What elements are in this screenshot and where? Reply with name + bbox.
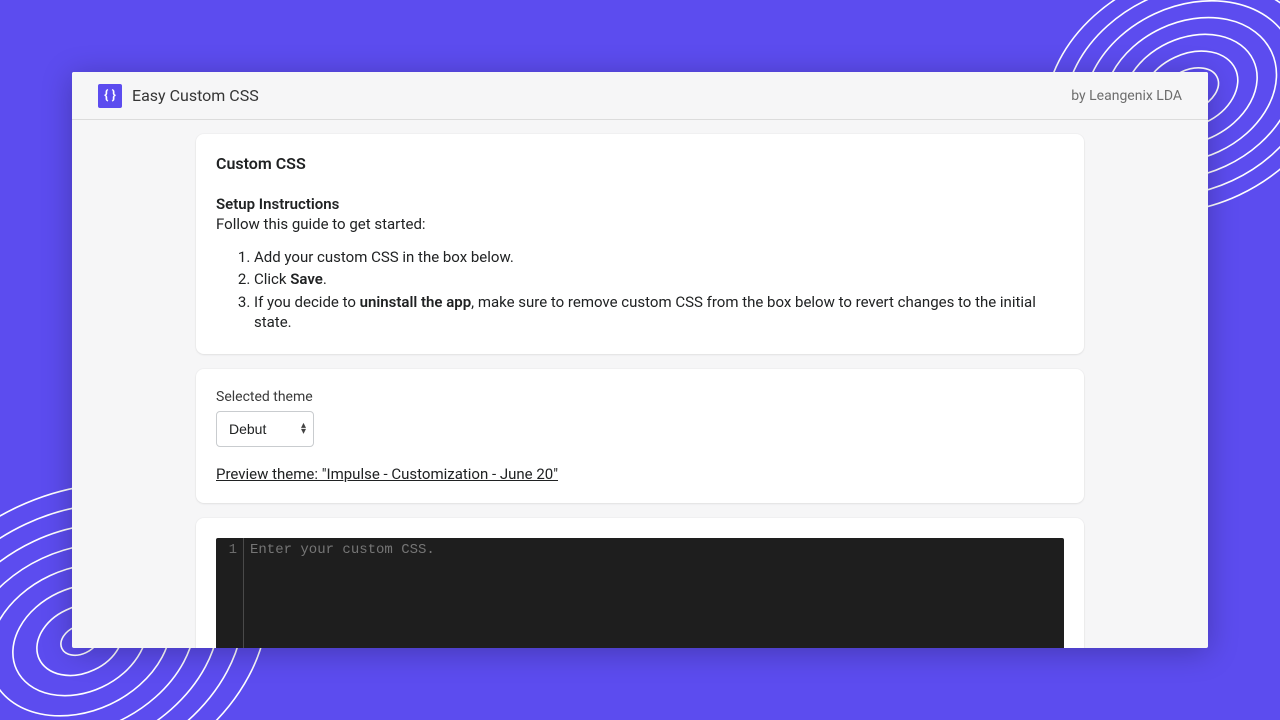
step-3-bold: uninstall the app (360, 293, 472, 311)
app-title: Easy Custom CSS (132, 86, 259, 105)
preview-theme-link[interactable]: Preview theme: "Impulse - Customization … (216, 465, 558, 483)
logo-glyph: { } (104, 88, 116, 103)
step-3-prefix: If you decide to (254, 293, 360, 311)
setup-heading: Setup Instructions (216, 195, 1064, 213)
app-header: { } Easy Custom CSS by Leangenix LDA (72, 72, 1208, 120)
setup-lead: Follow this guide to get started: (216, 215, 1064, 233)
line-number: 1 (216, 542, 237, 558)
step-2: Click Save. (254, 269, 1064, 289)
theme-label: Selected theme (216, 389, 1064, 405)
setup-steps: Add your custom CSS in the box below. Cl… (254, 247, 1064, 332)
app-window: { } Easy Custom CSS by Leangenix LDA Cus… (72, 72, 1208, 648)
header-left: { } Easy Custom CSS (98, 84, 259, 108)
app-byline: by Leangenix LDA (1071, 88, 1182, 104)
content-area: Custom CSS Setup Instructions Follow thi… (72, 120, 1208, 648)
theme-card: Selected theme Debut ▴▾ Preview theme: "… (196, 369, 1084, 503)
code-editor: 1 (216, 538, 1064, 648)
step-2-bold: Save (290, 270, 323, 288)
instructions-card: Custom CSS Setup Instructions Follow thi… (196, 134, 1084, 354)
card-title: Custom CSS (216, 154, 1064, 173)
step-2-suffix: . (323, 270, 327, 288)
theme-select-wrapper: Debut ▴▾ (216, 411, 314, 447)
css-textarea[interactable] (244, 538, 1064, 648)
step-1: Add your custom CSS in the box below. (254, 247, 1064, 267)
editor-card: 1 (196, 518, 1084, 648)
step-2-prefix: Click (254, 270, 290, 288)
app-logo-icon: { } (98, 84, 122, 108)
theme-select[interactable]: Debut (216, 411, 314, 447)
editor-gutter: 1 (216, 538, 244, 648)
step-3: If you decide to uninstall the app, make… (254, 292, 1064, 333)
